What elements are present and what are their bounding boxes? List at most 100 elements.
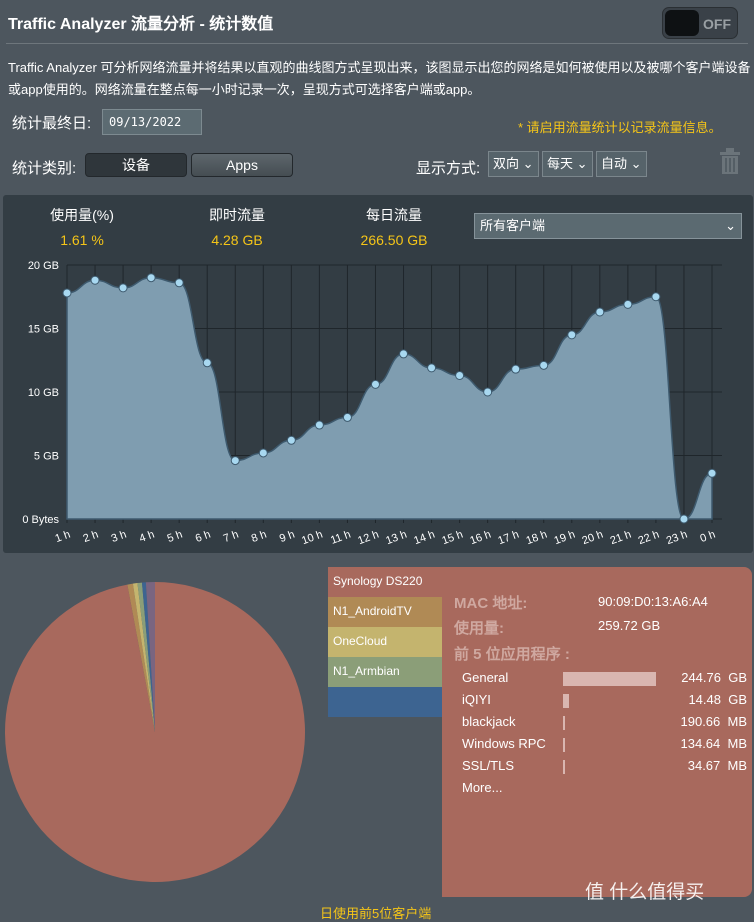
data-point — [342, 412, 352, 422]
watermark-logo: 值 什么值得买 — [585, 882, 705, 903]
legend-item[interactable]: Synology DS220 — [328, 567, 442, 597]
data-point — [511, 364, 521, 374]
x-tick-label: 13 h — [384, 529, 408, 548]
app-usage-bar — [563, 694, 569, 708]
x-tick-label: 7 h — [222, 529, 240, 546]
app-size: 14.48 GB — [688, 692, 747, 707]
data-point — [707, 468, 717, 478]
direction-value: 双向 — [493, 156, 520, 171]
x-tick-label: 18 h — [525, 529, 549, 548]
client-select-value: 所有客户端 — [480, 218, 546, 233]
app-row: iQIYI 14.48 GB — [462, 692, 747, 714]
pie-chart — [5, 582, 305, 882]
x-tick-label: 22 h — [637, 529, 661, 548]
daily-label: 每日流量 — [366, 207, 422, 223]
x-tick-label: 11 h — [329, 529, 352, 547]
data-point — [62, 288, 72, 298]
mac-value: 90:09:D0:13:A6:A4 — [598, 594, 708, 609]
toggle-knob[interactable] — [665, 10, 699, 36]
app-usage-bar — [563, 716, 565, 730]
data-point — [230, 456, 240, 466]
data-point — [370, 379, 380, 389]
usage-value: 1.61 % — [60, 232, 104, 248]
x-tick-label: 1 h — [54, 529, 72, 546]
app-size: 34.67 MB — [687, 758, 747, 773]
x-tick-label: 23 h — [665, 529, 689, 548]
legend-item[interactable]: N1_Armbian — [328, 657, 442, 687]
x-tick-label: 21 h — [609, 529, 633, 548]
app-name: blackjack — [462, 714, 516, 729]
x-tick-label: 0 h — [699, 529, 717, 546]
apps-tab[interactable]: Apps — [191, 153, 293, 177]
end-date-label: 统计最终日: — [12, 115, 92, 132]
app-row: General 244.76 GB — [462, 670, 747, 692]
toggle-label: OFF — [703, 16, 731, 32]
app-size: 244.76 GB — [681, 670, 747, 685]
scale-value: 自动 — [601, 156, 628, 171]
x-tick-label: 4 h — [138, 529, 156, 546]
y-tick-label: 0 Bytes — [22, 514, 59, 526]
app-size: 190.66 MB — [680, 714, 748, 729]
x-tick-label: 19 h — [553, 529, 577, 548]
usage-label: 使用量(%) — [50, 207, 114, 223]
client-select[interactable]: 所有客户端 ⌄ — [474, 213, 742, 239]
display-label: 显示方式: — [416, 160, 481, 177]
direction-select[interactable]: 双向 ⌄ — [488, 151, 539, 177]
data-point — [399, 349, 409, 359]
category-label: 统计类别: — [12, 160, 77, 177]
page-title: Traffic Analyzer 流量分析 - 统计数值 — [8, 16, 274, 33]
pie-caption: 日使用前5位客户端 — [320, 906, 432, 921]
x-tick-label: 20 h — [581, 529, 605, 548]
legend-item[interactable]: N1_AndroidTV — [328, 597, 442, 627]
end-date-input[interactable]: 09/13/2022 — [102, 109, 202, 135]
top-apps-label: 前 5 位应用程序 : — [454, 646, 570, 663]
data-point — [623, 299, 633, 309]
realtime-label: 即时流量 — [209, 207, 265, 223]
description: Traffic Analyzer 可分析网络流量并将结果以直观的曲线图方式呈现出… — [8, 60, 751, 97]
y-tick-label: 20 GB — [28, 260, 59, 272]
x-tick-label: 6 h — [194, 529, 212, 546]
device-tab[interactable]: 设备 — [85, 153, 187, 177]
data-point — [90, 275, 100, 285]
data-point — [314, 420, 324, 430]
data-point — [146, 273, 156, 283]
data-point — [174, 278, 184, 288]
data-point — [595, 307, 605, 317]
data-point — [427, 363, 437, 373]
app-name: General — [462, 670, 509, 685]
x-tick-label: 17 h — [496, 529, 520, 548]
more-link[interactable]: More... — [462, 780, 502, 795]
app-name: iQIYI — [462, 692, 491, 707]
x-tick-label: 12 h — [356, 529, 380, 548]
app-row: blackjack 190.66 MB — [462, 714, 747, 736]
data-point — [651, 292, 661, 302]
data-point — [118, 283, 128, 293]
y-tick-label: 5 GB — [34, 451, 59, 463]
client-usage-value: 259.72 GB — [598, 618, 661, 633]
legend-item[interactable]: OneCloud — [328, 627, 442, 657]
legend-item[interactable] — [328, 687, 442, 717]
x-tick-label: 14 h — [412, 529, 436, 548]
warning-text: * 请启用流量统计以记录流量信息。 — [518, 120, 722, 135]
app-name: SSL/TLS — [462, 758, 515, 773]
trash-icon[interactable] — [716, 146, 744, 176]
y-tick-label: 15 GB — [28, 324, 59, 336]
client-detail-panel: MAC 地址: 90:09:D0:13:A6:A4 使用量: 259.72 GB… — [442, 567, 752, 897]
data-point — [202, 358, 212, 368]
app-size: 134.64 MB — [680, 736, 748, 751]
period-select[interactable]: 每天 ⌄ — [542, 151, 593, 177]
app-usage-bar — [563, 672, 656, 686]
x-tick-label: 2 h — [82, 529, 100, 546]
x-tick-label: 8 h — [250, 529, 268, 546]
app-row: SSL/TLS 34.67 MB — [462, 758, 747, 780]
divider — [6, 43, 748, 44]
scale-select[interactable]: 自动 ⌄ — [596, 151, 647, 177]
chevron-down-icon: ⌄ — [725, 218, 736, 233]
app-usage-bar — [563, 760, 565, 774]
app-row: Windows RPC 134.64 MB — [462, 736, 747, 758]
data-point — [483, 387, 493, 397]
y-tick-label: 10 GB — [28, 387, 59, 399]
data-point — [539, 360, 549, 370]
traffic-analyzer-toggle[interactable]: OFF — [662, 7, 738, 39]
x-tick-label: 5 h — [166, 529, 184, 546]
